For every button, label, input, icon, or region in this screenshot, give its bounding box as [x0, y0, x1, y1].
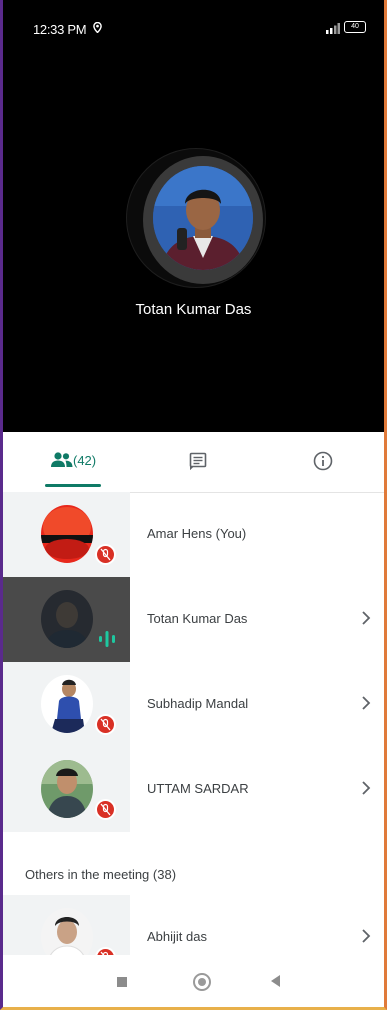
participant-row[interactable]: Totan Kumar Das: [3, 577, 384, 662]
participant-name: Subhadip Mandal: [147, 696, 249, 711]
avatar: [41, 505, 93, 563]
participant-name: Amar Hens (You): [147, 526, 247, 541]
signal-icon: [326, 23, 340, 34]
people-icon: [51, 452, 73, 467]
avatar: [41, 590, 93, 648]
avatar-image: [41, 675, 93, 733]
app-frame: 12:33 PM 40 Totan Kumar Das (42) Amar He…: [0, 0, 387, 1010]
participant-avatar-cell: [3, 577, 130, 662]
recents-button[interactable]: [117, 977, 127, 987]
status-time: 12:33 PM: [33, 22, 87, 37]
avatar-image: [41, 505, 93, 563]
location-icon: [93, 22, 102, 33]
participant-name: Abhijit das: [147, 929, 207, 944]
mic-off-icon: [95, 544, 116, 565]
speaker-portrait: [153, 166, 253, 270]
people-count: (42): [73, 453, 97, 468]
avatar-image: [41, 590, 93, 648]
chevron-right-icon[interactable]: [361, 929, 371, 943]
mic-off-icon: [95, 799, 116, 820]
participant-row[interactable]: Abhijit das: [3, 895, 384, 955]
avatar-image: [41, 760, 93, 818]
mic-off-icon: [95, 947, 116, 955]
participant-avatar-cell: [3, 662, 130, 747]
avatar-image: [41, 908, 93, 955]
battery-icon: 40: [344, 21, 366, 33]
mic-off-icon: [95, 714, 116, 735]
participant-name: Totan Kumar Das: [147, 611, 248, 626]
participant-row[interactable]: Amar Hens (You): [3, 492, 384, 577]
info-icon: [313, 451, 333, 471]
tab-people-indicator: [45, 484, 101, 487]
participant-avatar-cell: [3, 895, 130, 955]
chevron-right-icon[interactable]: [361, 611, 371, 625]
others-section-title: Others in the meeting (38): [25, 867, 177, 882]
chat-icon: [189, 452, 207, 470]
tab-info[interactable]: [305, 432, 335, 492]
speaker-name: Totan Kumar Das: [135, 301, 252, 318]
battery-level: 40: [351, 23, 359, 30]
tab-chat[interactable]: [183, 432, 213, 492]
chevron-right-icon[interactable]: [361, 696, 371, 710]
participant-row[interactable]: UTTAM SARDAR: [3, 747, 384, 832]
tab-people[interactable]: (42): [41, 432, 111, 492]
status-bar: 12:33 PM 40: [3, 0, 384, 56]
avatar: [41, 675, 93, 733]
avatar: [41, 760, 93, 818]
active-speaker-view: 12:33 PM 40 Totan Kumar Das: [3, 0, 384, 432]
speaking-icon: [99, 631, 115, 647]
chevron-right-icon[interactable]: [361, 781, 371, 795]
home-button[interactable]: [193, 973, 211, 991]
back-button[interactable]: [271, 975, 280, 987]
speaker-avatar: [153, 166, 253, 270]
participant-avatar-cell: [3, 747, 130, 832]
participant-avatar-cell: [3, 492, 130, 577]
system-nav-bar: [3, 955, 384, 1007]
participant-row[interactable]: Subhadip Mandal: [3, 662, 384, 747]
participant-name: UTTAM SARDAR: [147, 781, 249, 796]
avatar: [41, 908, 93, 955]
